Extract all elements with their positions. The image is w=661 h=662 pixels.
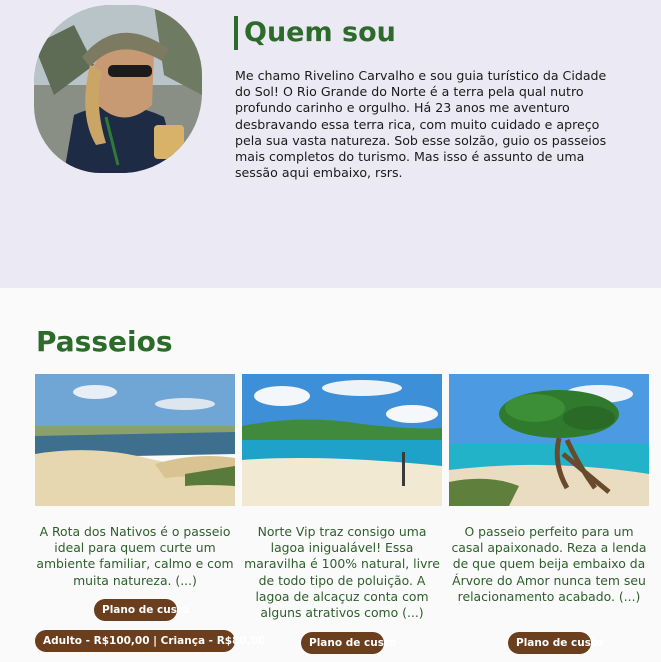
about-title: Quem sou (234, 16, 396, 50)
alcacuz-lagoon-image (242, 374, 442, 506)
tour-photo-tree[interactable] (449, 374, 649, 506)
guide-photo-image (34, 5, 202, 173)
tour-description: O passeio perfeito para um casal apaixon… (451, 524, 647, 604)
tour-card-rota-dos-nativos[interactable]: A Rota dos Nativos é o passeio ideal par… (35, 374, 265, 652)
about-section: Quem sou Me chamo Rivelino Carvalho e so… (0, 0, 661, 288)
tour-photo-lagoon[interactable] (242, 374, 442, 506)
tour-description: A Rota dos Nativos é o passeio ideal par… (36, 524, 234, 588)
tour-card-norte-vip[interactable]: Norte Vip traz consigo uma lagoa inigual… (242, 374, 442, 654)
guide-photo (34, 5, 202, 173)
arvore-do-amor-image (449, 374, 649, 506)
cost-plan-button[interactable]: Plano de custo (301, 632, 396, 654)
dunes-lagoon-image (35, 374, 235, 506)
tours-title: Passeios (36, 325, 173, 358)
tour-photo-dunes[interactable] (35, 374, 235, 506)
about-description: Me chamo Rivelino Carvalho e sou guia tu… (235, 68, 607, 181)
tour-card-arvore-do-amor[interactable]: O passeio perfeito para um casal apaixon… (449, 374, 649, 654)
cost-plan-button[interactable]: Plano de custo (508, 632, 603, 654)
tour-description: Norte Vip traz consigo uma lagoa inigual… (244, 524, 440, 621)
cost-plan-button[interactable]: Plano de custo (94, 599, 189, 621)
price-badge[interactable]: Adulto - R$100,00 | Criança - R$80,00 (35, 630, 265, 652)
